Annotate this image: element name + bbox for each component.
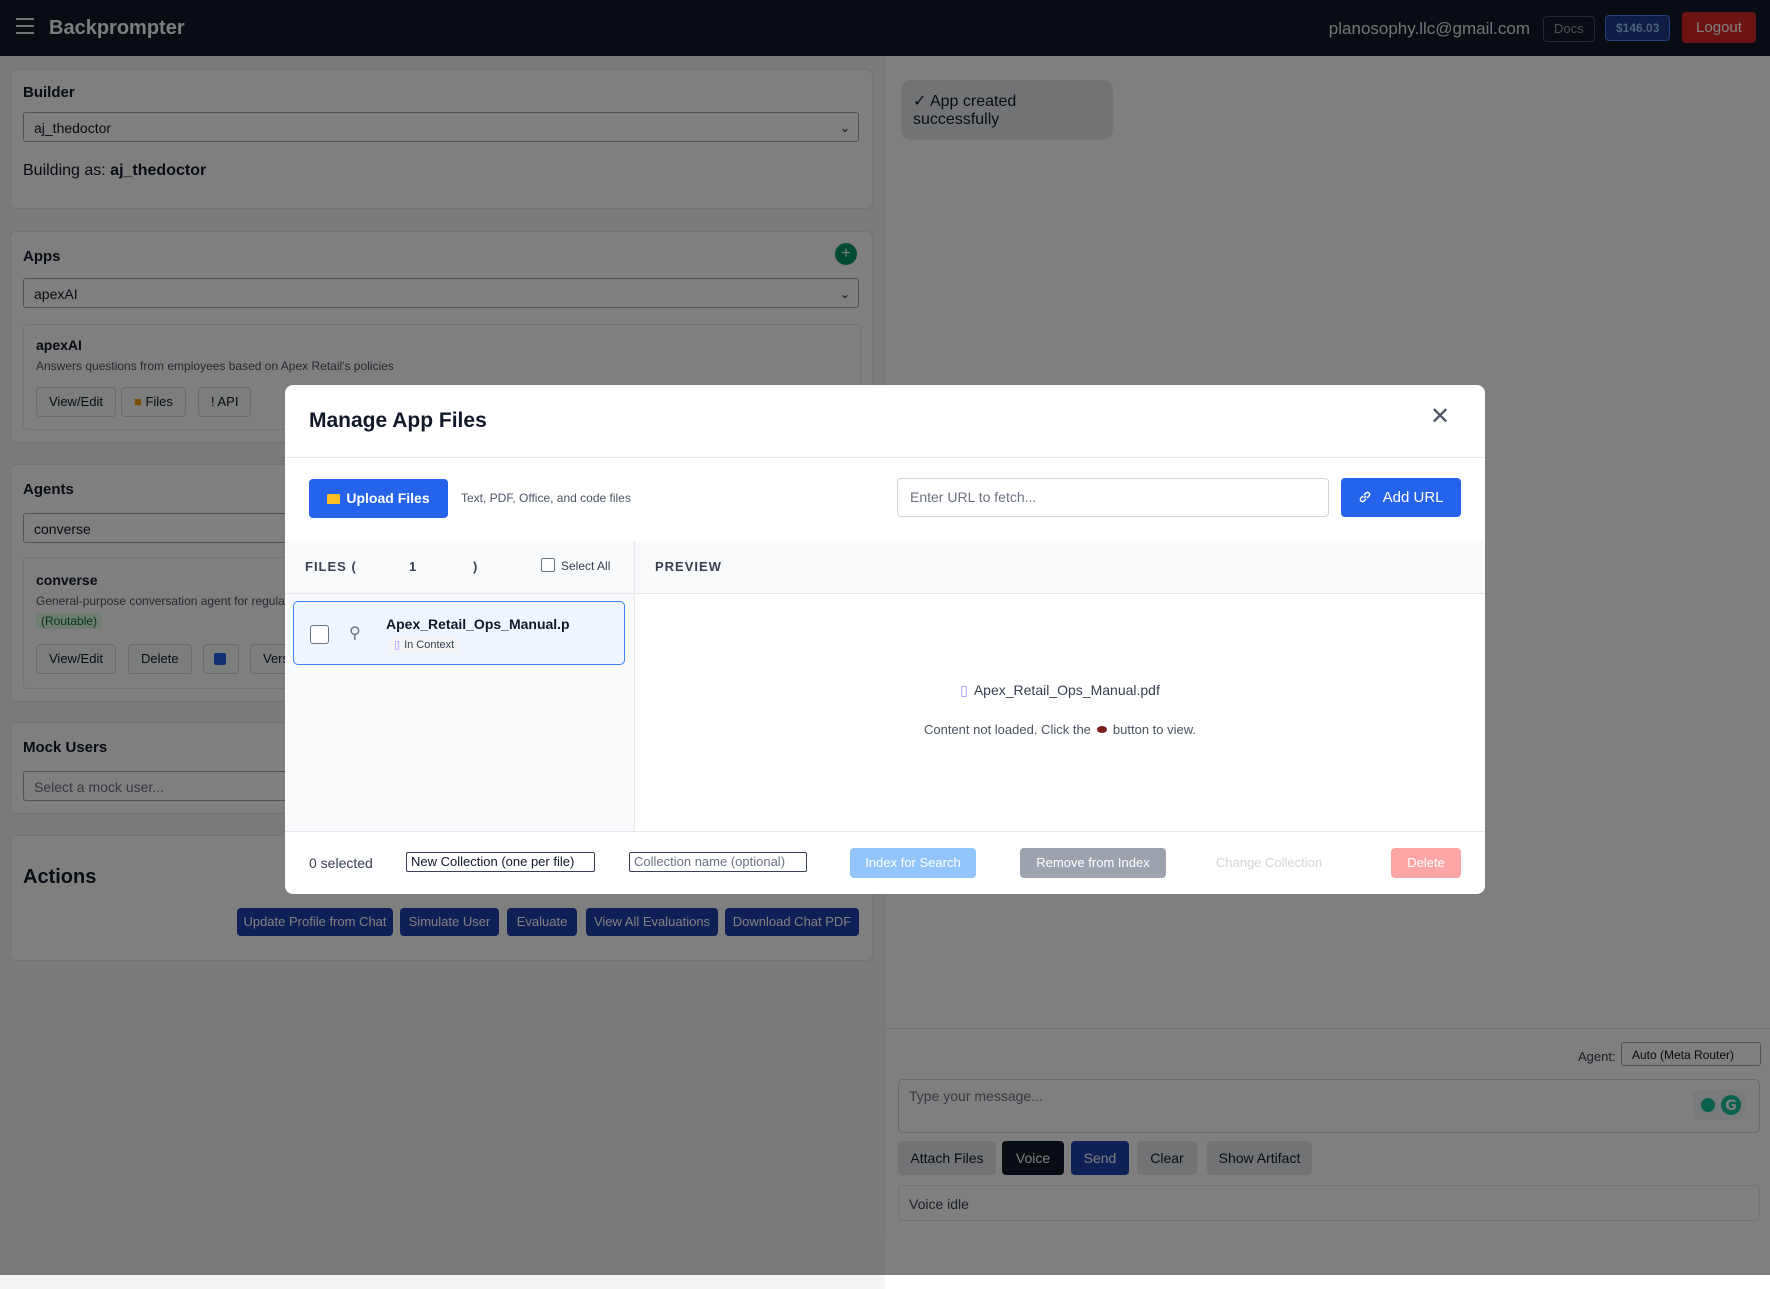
select-all-label: Select All	[561, 559, 611, 573]
modal-title: Manage App Files	[309, 409, 487, 432]
preview-header: PREVIEW	[635, 541, 1485, 594]
delete-button[interactable]: Delete	[1391, 848, 1461, 878]
preview-filename: ▯ Apex_Retail_Ops_Manual.pdf	[635, 682, 1485, 699]
preview-message: Content not loaded. Click the button to v…	[635, 722, 1485, 737]
document-icon: ▯	[394, 639, 401, 651]
paperclip-icon: ⚲	[349, 625, 361, 642]
upload-files-label: Upload Files	[346, 490, 430, 506]
selected-count: 0 selected	[309, 855, 373, 871]
files-count: 1	[409, 559, 417, 574]
manage-files-modal: Manage App Files ✕ Upload Files Text, PD…	[285, 385, 1485, 894]
collection-name-input[interactable]: Collection name (optional)	[629, 852, 807, 872]
file-status-badge: ▯ In Context	[388, 637, 461, 653]
file-list-item[interactable]: ⚲ Apex_Retail_Ops_Manual.p ▯ In Context	[293, 601, 625, 665]
select-all-checkbox[interactable]: Select All	[541, 558, 610, 573]
document-icon: ▯	[960, 682, 968, 698]
files-label-close: )	[473, 559, 478, 574]
collection-mode-select[interactable]: New Collection (one per file)	[406, 852, 595, 872]
files-header: FILES ( 1 ) Select All	[285, 541, 634, 594]
folder-icon	[327, 494, 341, 504]
eye-icon	[1096, 726, 1107, 733]
modal-header: Manage App Files ✕	[285, 385, 1485, 458]
index-for-search-button[interactable]: Index for Search	[850, 848, 976, 878]
files-label: FILES (	[305, 559, 357, 574]
collection-mode-value: New Collection (one per file)	[411, 854, 575, 869]
file-checkbox[interactable]	[310, 625, 329, 644]
preview-label: PREVIEW	[655, 559, 722, 574]
file-name: Apex_Retail_Ops_Manual.p	[386, 616, 570, 632]
upload-files-button[interactable]: Upload Files	[309, 479, 448, 518]
preview-message-before: Content not loaded. Click the	[923, 722, 1091, 737]
modal-toolbar: Upload Files Text, PDF, Office, and code…	[285, 457, 1485, 542]
link-icon	[1358, 489, 1376, 506]
preview-pane: PREVIEW ▯ Apex_Retail_Ops_Manual.pdf Cont…	[635, 541, 1485, 831]
add-url-button[interactable]: Add URL	[1341, 478, 1461, 517]
file-status-label: In Context	[404, 639, 455, 651]
modal-footer: 0 selected New Collection (one per file)…	[285, 831, 1485, 894]
change-collection-button[interactable]: Change Collection	[1209, 848, 1329, 878]
remove-from-index-button[interactable]: Remove from Index	[1020, 848, 1166, 878]
close-icon[interactable]: ✕	[1428, 405, 1452, 429]
url-input[interactable]: Enter URL to fetch...	[897, 478, 1329, 517]
add-url-label: Add URL	[1382, 489, 1444, 506]
preview-message-after: button to view.	[1112, 722, 1197, 737]
checkbox-icon	[541, 558, 555, 572]
upload-hint: Text, PDF, Office, and code files	[461, 491, 631, 505]
preview-filename-label: Apex_Retail_Ops_Manual.pdf	[973, 682, 1160, 698]
files-pane: FILES ( 1 ) Select All ⚲ Apex_Retail_Ops…	[285, 541, 635, 831]
